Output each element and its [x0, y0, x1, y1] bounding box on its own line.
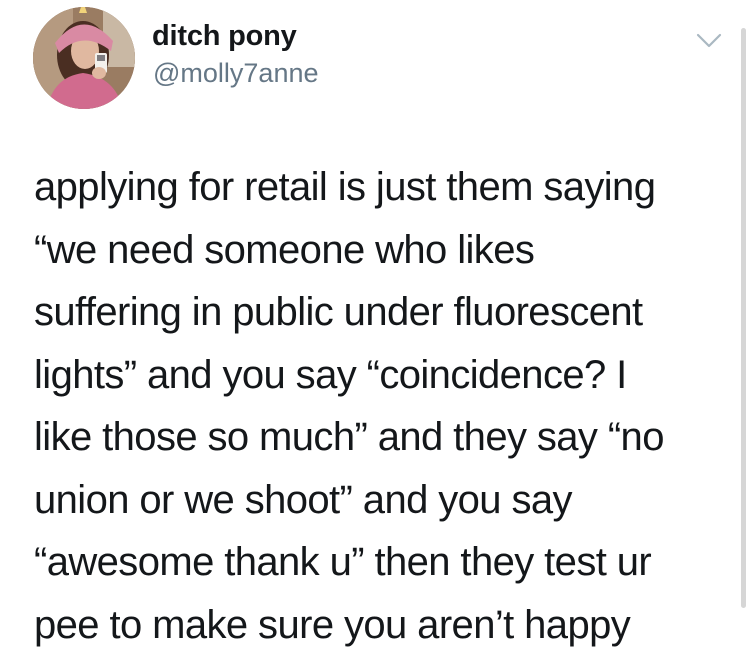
tweet-text-line: like those so much” and they say “no: [34, 406, 734, 469]
avatar-photo: [33, 7, 135, 109]
chevron-down-icon[interactable]: [694, 28, 724, 52]
tweet-text: applying for retail is just them saying …: [34, 156, 734, 656]
avatar[interactable]: [33, 7, 135, 109]
scrollbar[interactable]: [741, 28, 746, 608]
tweet-text-line: lights” and you say “coincidence? I: [34, 344, 734, 407]
tweet-text-line: union or we shoot” and you say: [34, 469, 734, 532]
tweet-text-line: “we need someone who likes: [34, 219, 734, 282]
author-handle[interactable]: @molly7anne: [153, 58, 319, 89]
author-display-name[interactable]: ditch pony: [152, 20, 297, 53]
tweet-card: ditch pony @molly7anne applying for reta…: [0, 0, 750, 652]
tweet-text-line: pee to make sure you aren’t happy: [34, 594, 734, 656]
tweet-text-line: “awesome thank u” then they test ur: [34, 531, 734, 594]
tweet-text-line: applying for retail is just them saying: [34, 156, 734, 219]
tweet-text-line: suffering in public under fluorescent: [34, 281, 734, 344]
